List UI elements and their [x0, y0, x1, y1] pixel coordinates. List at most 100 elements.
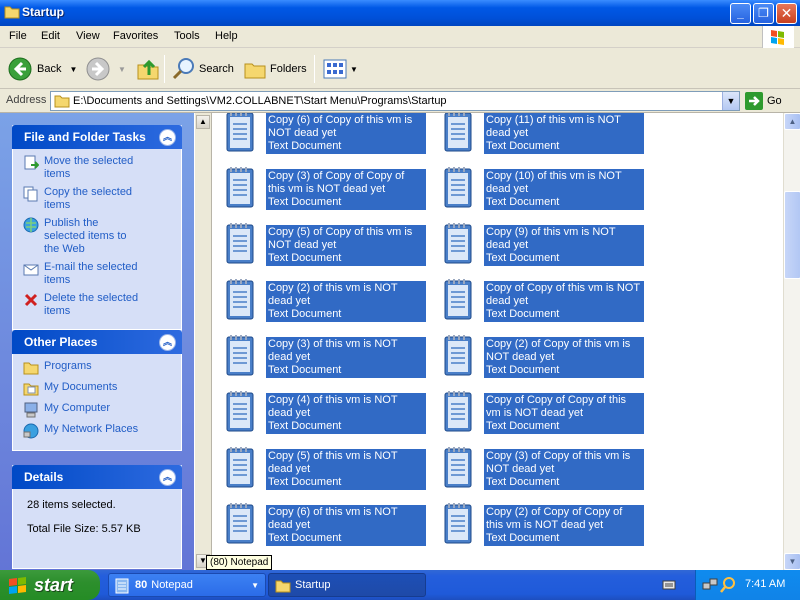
scroll-thumb[interactable]	[784, 191, 800, 279]
back-arrow-icon	[8, 57, 32, 81]
notepad-icon	[115, 578, 129, 594]
file-type: Text Document	[486, 196, 560, 208]
taskbar: start 80 Notepad ▼ Startup 7:41 AM	[0, 570, 800, 600]
file-name: Copy (11) of this vm is NOT dead yet	[486, 114, 621, 139]
search-icon[interactable]	[720, 577, 736, 593]
place-my-documents[interactable]: My Documents	[23, 381, 181, 397]
file-name: Copy (6) of Copy of this vm is NOT dead …	[268, 114, 413, 139]
text-document-icon	[444, 391, 472, 432]
address-dropdown-icon[interactable]: ▼	[722, 92, 739, 110]
task-copy[interactable]: Copy the selected items	[23, 186, 181, 212]
email-icon	[23, 264, 39, 276]
search-icon	[172, 58, 194, 80]
file-name: Copy (2) of Copy of this vm is NOT dead …	[486, 338, 631, 363]
views-button[interactable]: ▼	[323, 55, 358, 83]
taskbar-startup[interactable]: Startup	[268, 573, 426, 597]
scroll-down-icon[interactable]: ▼	[784, 553, 800, 570]
left-pane-scrollbar[interactable]: ▲ ▼	[194, 113, 212, 570]
file-label: Copy (6) of this vm is NOT dead yet Text …	[266, 505, 426, 546]
go-button[interactable]: Go	[745, 92, 782, 110]
search-button[interactable]: Search	[172, 55, 234, 83]
my-computer-icon	[24, 402, 38, 418]
other-places-header[interactable]: Other Places ︽	[12, 330, 182, 354]
start-button[interactable]: start	[0, 570, 100, 600]
file-folder-tasks-header[interactable]: File and Folder Tasks ︽	[12, 125, 182, 149]
move-icon	[24, 155, 39, 170]
menu-edit[interactable]: Edit	[41, 30, 60, 42]
text-document-icon	[444, 447, 472, 488]
file-name: Copy (2) of Copy of Copy of this vm is N…	[486, 506, 623, 531]
taskbar-tooltip: (80) Notepad	[206, 555, 273, 570]
views-icon	[323, 59, 347, 79]
place-my-computer[interactable]: My Computer	[23, 402, 181, 418]
windows-logo-icon	[762, 26, 794, 48]
text-document-icon	[444, 223, 472, 264]
file-type: Text Document	[268, 252, 342, 264]
menu-favorites[interactable]: Favorites	[113, 30, 158, 42]
text-document-icon	[226, 279, 254, 320]
collapse-chevron-icon[interactable]: ︽	[159, 469, 176, 486]
collapse-chevron-icon[interactable]: ︽	[159, 129, 176, 146]
text-document-icon	[444, 113, 472, 152]
folders-button[interactable]: Folders	[243, 55, 307, 83]
menu-help[interactable]: Help	[215, 30, 238, 42]
file-type: Text Document	[486, 420, 560, 432]
task-publish[interactable]: Publish the selected items to the Web	[23, 217, 181, 256]
file-name: Copy (10) of this vm is NOT dead yet	[486, 170, 622, 195]
taskbar-notepad-group[interactable]: 80 Notepad ▼	[108, 573, 266, 597]
details-header[interactable]: Details ︽	[12, 465, 182, 489]
close-button[interactable]: ✕	[776, 3, 797, 24]
network-places-icon	[23, 423, 39, 439]
up-folder-button[interactable]	[136, 55, 160, 83]
place-programs[interactable]: Programs	[23, 360, 181, 376]
maximize-button[interactable]: ❐	[753, 3, 774, 24]
text-document-icon	[226, 391, 254, 432]
menu-tools[interactable]: Tools	[174, 30, 200, 42]
scroll-up-icon[interactable]: ▲	[784, 113, 800, 130]
keyboard-icon[interactable]	[662, 578, 676, 592]
details-panel: Details ︽ 28 items selected. Total File …	[12, 465, 182, 569]
file-name: Copy (3) of Copy of Copy of this vm is N…	[268, 170, 405, 195]
text-document-icon	[444, 279, 472, 320]
text-document-icon	[444, 335, 472, 376]
title-bar[interactable]: Startup _ ❐ ✕	[0, 0, 800, 26]
scroll-up-icon[interactable]: ▲	[196, 115, 210, 129]
vertical-scrollbar[interactable]: ▲ ▼	[783, 113, 800, 570]
views-dropdown-icon[interactable]: ▼	[350, 65, 358, 74]
back-button[interactable]: Back ▼	[8, 55, 77, 83]
address-input[interactable]: E:\Documents and Settings\VM2.COLLABNET\…	[50, 91, 740, 111]
menu-view[interactable]: View	[76, 30, 100, 42]
file-label: Copy (9) of this vm is NOT dead yet Text …	[484, 225, 644, 266]
network-icon[interactable]	[702, 577, 718, 593]
file-type: Text Document	[268, 476, 342, 488]
forward-button[interactable]: ▼	[86, 55, 126, 83]
file-name: Copy (3) of Copy of this vm is NOT dead …	[486, 450, 631, 475]
task-email[interactable]: E-mail the selected items	[23, 261, 181, 287]
file-label: Copy of Copy of Copy of this vm is NOT d…	[484, 393, 644, 434]
file-type: Text Document	[486, 140, 560, 152]
address-bar: Address E:\Documents and Settings\VM2.CO…	[0, 89, 800, 113]
address-label: Address	[6, 94, 47, 106]
go-arrow-icon	[745, 92, 763, 110]
place-network-places[interactable]: My Network Places	[23, 423, 181, 439]
task-pane: File and Folder Tasks ︽ Move the selecte…	[0, 113, 194, 570]
collapse-chevron-icon[interactable]: ︽	[159, 334, 176, 351]
back-dropdown-icon[interactable]: ▼	[69, 65, 77, 74]
file-label: Copy (11) of this vm is NOT dead yet Text…	[484, 113, 644, 154]
file-label: Copy (3) of Copy of Copy of this vm is N…	[266, 169, 426, 210]
file-name: Copy (6) of this vm is NOT dead yet	[268, 506, 398, 531]
my-documents-icon	[23, 383, 39, 396]
task-delete[interactable]: Delete the selected items	[23, 292, 181, 318]
task-move[interactable]: Move the selected items	[23, 155, 181, 181]
group-dropdown-icon[interactable]: ▼	[251, 581, 259, 590]
file-label: Copy (10) of this vm is NOT dead yet Text…	[484, 169, 644, 210]
minimize-button[interactable]: _	[730, 3, 751, 24]
explorer-window: Startup _ ❐ ✕ File Edit View Favorites T…	[0, 0, 800, 570]
menu-file[interactable]: File	[9, 30, 27, 42]
text-document-icon	[226, 223, 254, 264]
text-document-icon	[226, 113, 254, 152]
file-label: Copy (4) of this vm is NOT dead yet Text …	[266, 393, 426, 434]
forward-dropdown-icon[interactable]: ▼	[118, 65, 126, 74]
toolbar-separator	[164, 55, 165, 83]
file-name: Copy (3) of this vm is NOT dead yet	[268, 338, 398, 363]
